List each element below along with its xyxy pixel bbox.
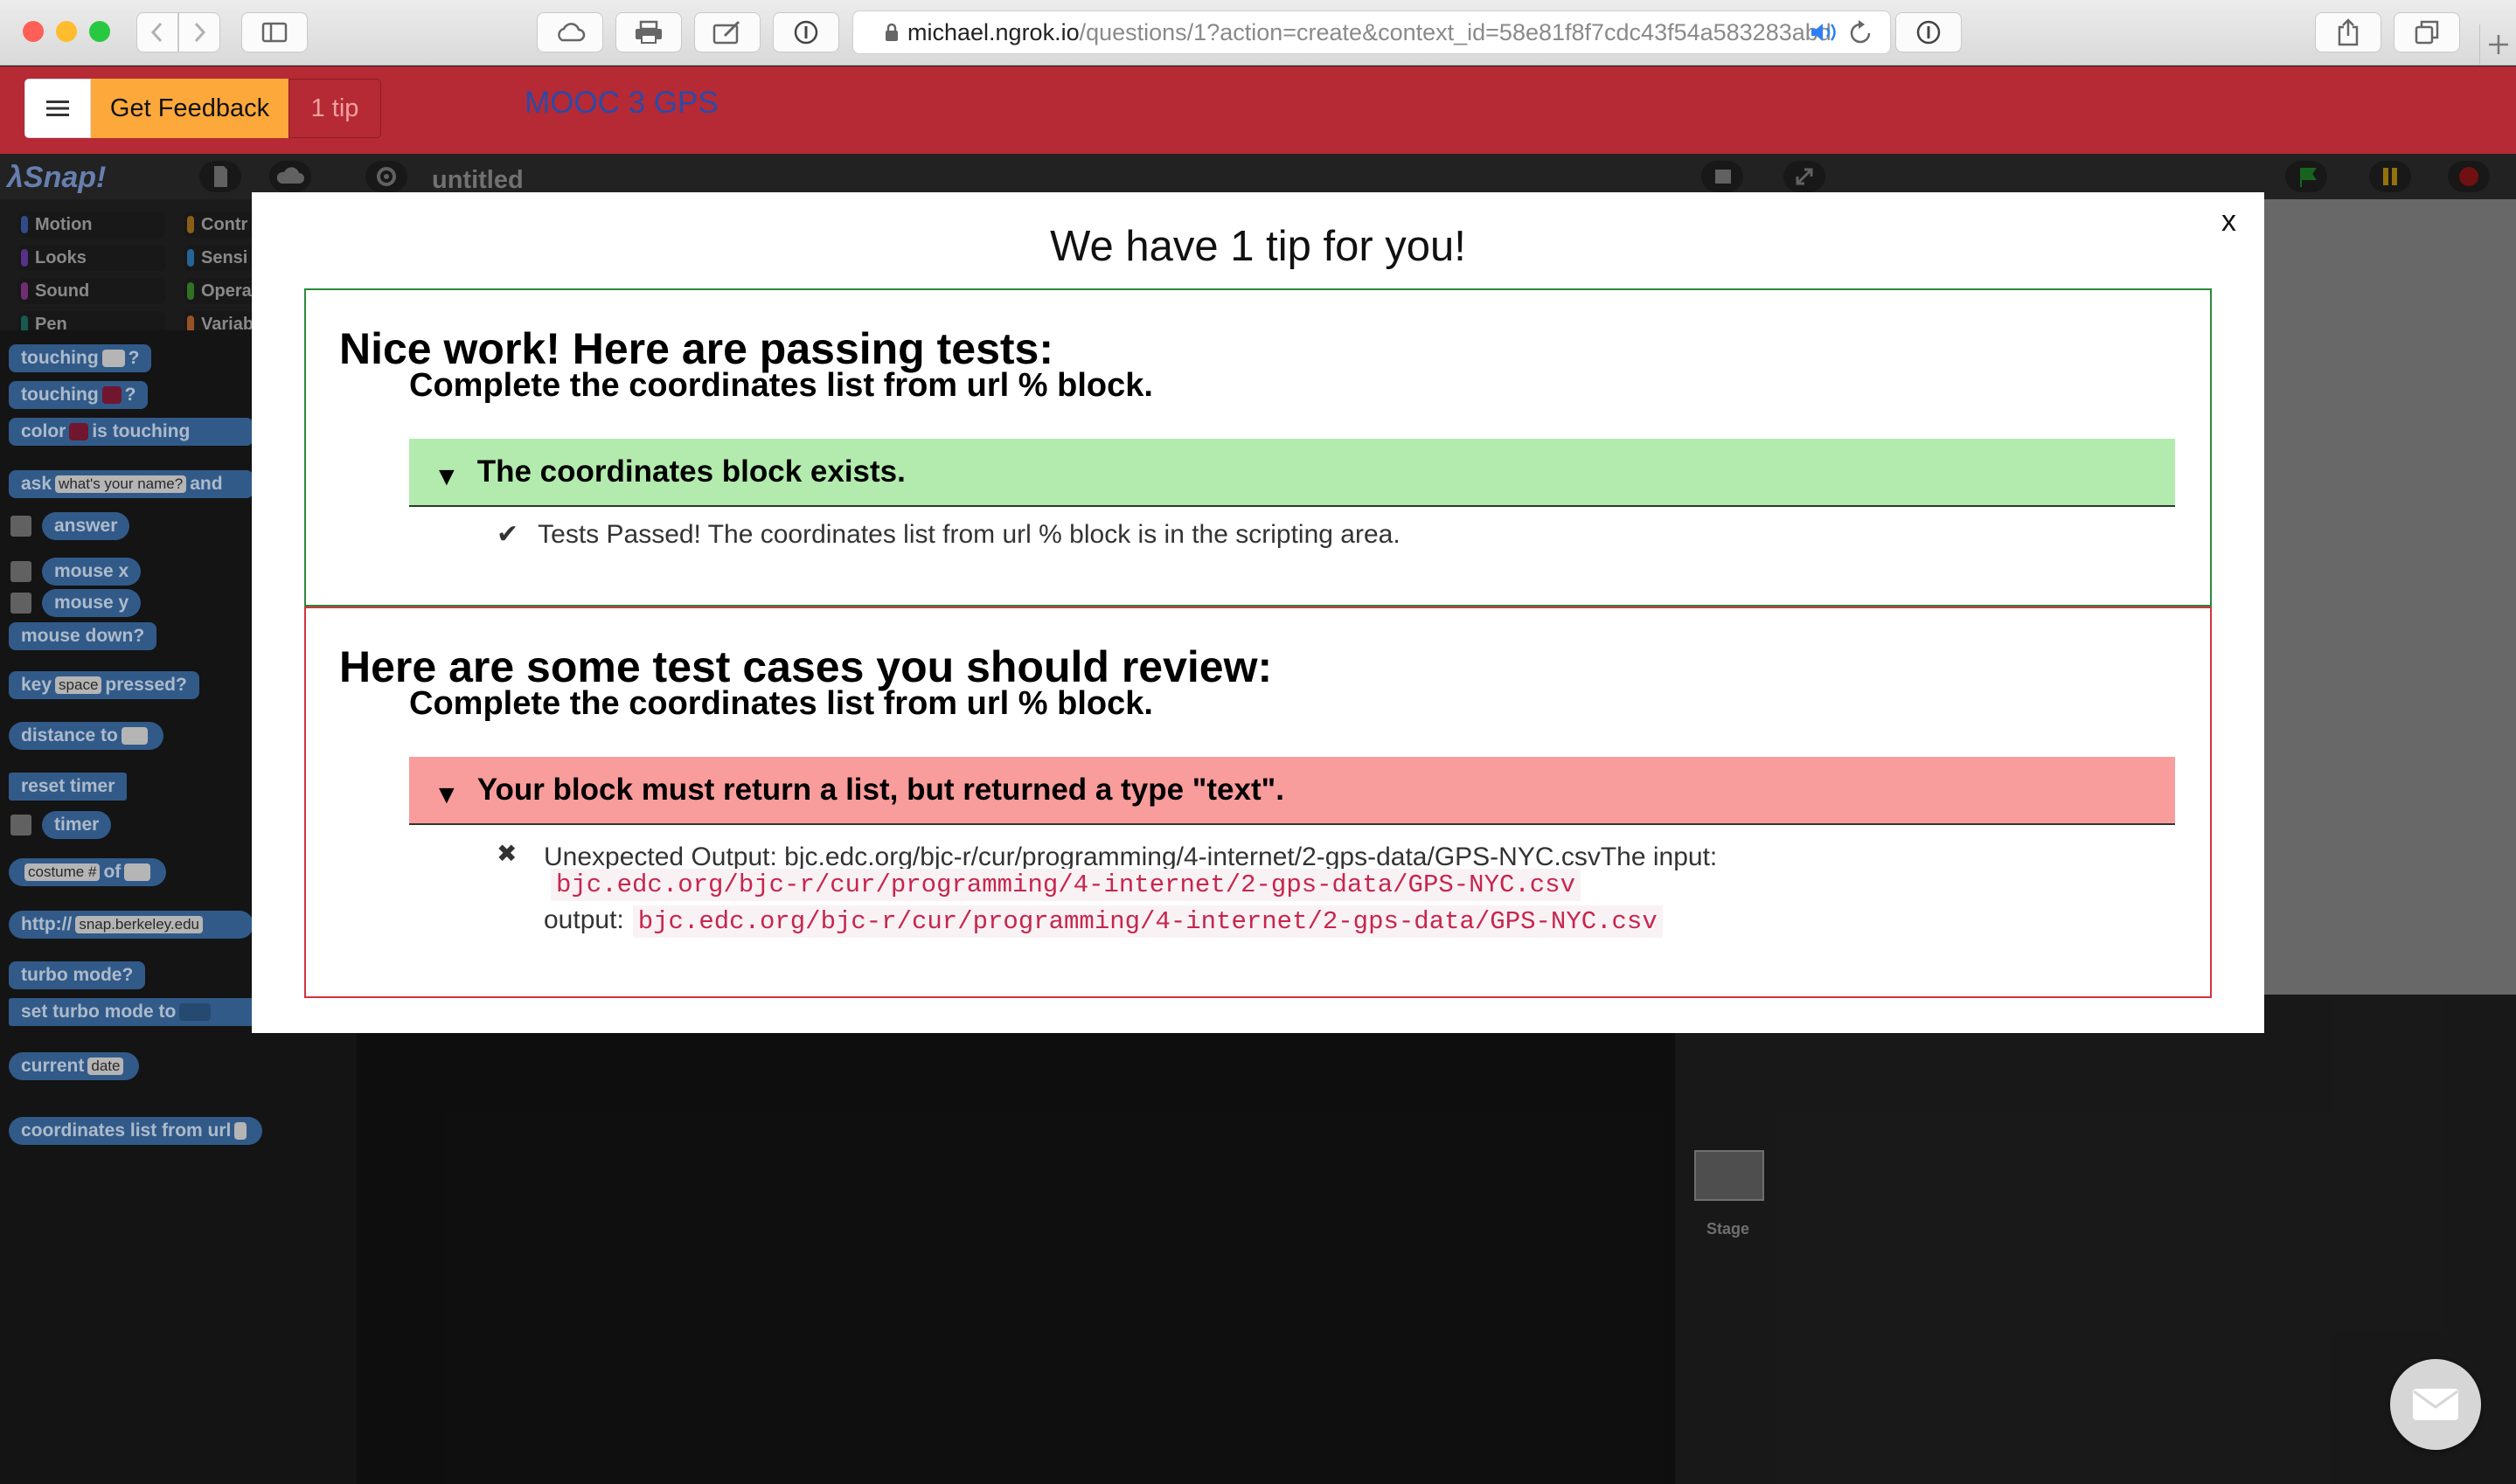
edit-icon [712,20,740,45]
tip-count-button[interactable]: 1 tip [288,79,381,138]
passing-tests-subheading: Complete the coordinates list from url %… [409,367,1153,404]
icloud-button[interactable] [537,12,603,52]
passing-test-result: ✔ Tests Passed! The coordinates list from… [497,519,1400,550]
new-tab-button[interactable] [2479,24,2516,65]
maximize-window-button[interactable] [89,21,110,42]
url-host: michael.ngrok.io [907,18,1080,45]
markup-button[interactable] [694,12,761,52]
audio-icon[interactable] [1810,21,1839,44]
info-icon [1916,20,1941,45]
input-value: bjc.edc.org/bjc-r/cur/programming/4-inte… [551,869,1581,901]
failing-test-title: Your block must return a list, but retur… [476,773,1284,807]
review-tests-panel: Here are some test cases you should revi… [304,607,2212,998]
url-path: /questions/1?action=create&context_id=58… [1079,18,1831,45]
sidebar-toggle-button[interactable] [241,12,308,52]
print-button[interactable] [615,12,682,52]
message-button[interactable] [2390,1359,2481,1450]
hamburger-icon [46,101,69,116]
passing-test-toggle[interactable]: ▼ The coordinates block exists. [409,439,2175,507]
envelope-icon [2413,1389,2458,1420]
passing-result-text: Tests Passed! The coordinates list from … [538,520,1400,549]
sidebar-icon [261,22,288,43]
app-header: Get Feedback 1 tip MOOC 3 GPS [0,66,2516,154]
output-code: bjc.edc.org/bjc-r/cur/programming/4-inte… [632,905,1663,938]
output-label: output: [544,905,624,934]
get-feedback-button[interactable]: Get Feedback [91,79,288,138]
unexpected-output-text: Unexpected Output: bjc.edc.org/bjc-r/cur… [544,843,1718,871]
chevron-left-icon [150,22,163,43]
cloud-icon [558,23,586,42]
back-button[interactable] [136,12,178,52]
failing-test-toggle[interactable]: ▼ Your block must return a list, but ret… [409,757,2175,825]
assignment-title: MOOC 3 GPS [525,86,719,120]
caret-down-icon: ▼ [434,462,460,491]
address-bar[interactable]: michael.ngrok.io/questions/1?action=crea… [852,10,1891,54]
caret-down-icon: ▼ [434,780,460,809]
reload-icon[interactable] [1848,19,1873,45]
browser-toolbar: michael.ngrok.io/questions/1?action=crea… [0,0,2516,66]
close-window-button[interactable] [23,21,44,42]
lock-icon [886,23,898,41]
check-icon: ✔ [497,520,519,549]
minimize-window-button[interactable] [56,21,77,42]
review-tests-subheading: Complete the coordinates list from url %… [409,685,1153,722]
tabs-overview-button[interactable] [2394,12,2460,52]
plus-icon [2489,35,2508,54]
share-button[interactable] [2315,12,2381,52]
chevron-right-icon [194,22,206,43]
input-code: bjc.edc.org/bjc-r/cur/programming/4-inte… [551,869,1581,901]
feedback-modal: x We have 1 tip for you! Nice work! Here… [252,192,2264,1033]
cross-icon: ✖ [497,840,518,867]
passing-tests-panel: Nice work! Here are passing tests: Compl… [304,288,2212,607]
forward-button[interactable] [178,12,220,52]
info-icon [794,20,818,45]
share-icon [2338,18,2359,46]
passing-test-title: The coordinates block exists. [476,454,906,489]
modal-title: We have 1 tip for you! [1050,223,1466,270]
reader-info-button[interactable] [1895,12,1962,52]
menu-button[interactable] [24,79,91,138]
info-button[interactable] [773,12,839,52]
tabs-icon [2415,20,2439,45]
printer-icon [636,20,662,44]
output-line: output: bjc.edc.org/bjc-r/cur/programming… [544,905,1663,938]
